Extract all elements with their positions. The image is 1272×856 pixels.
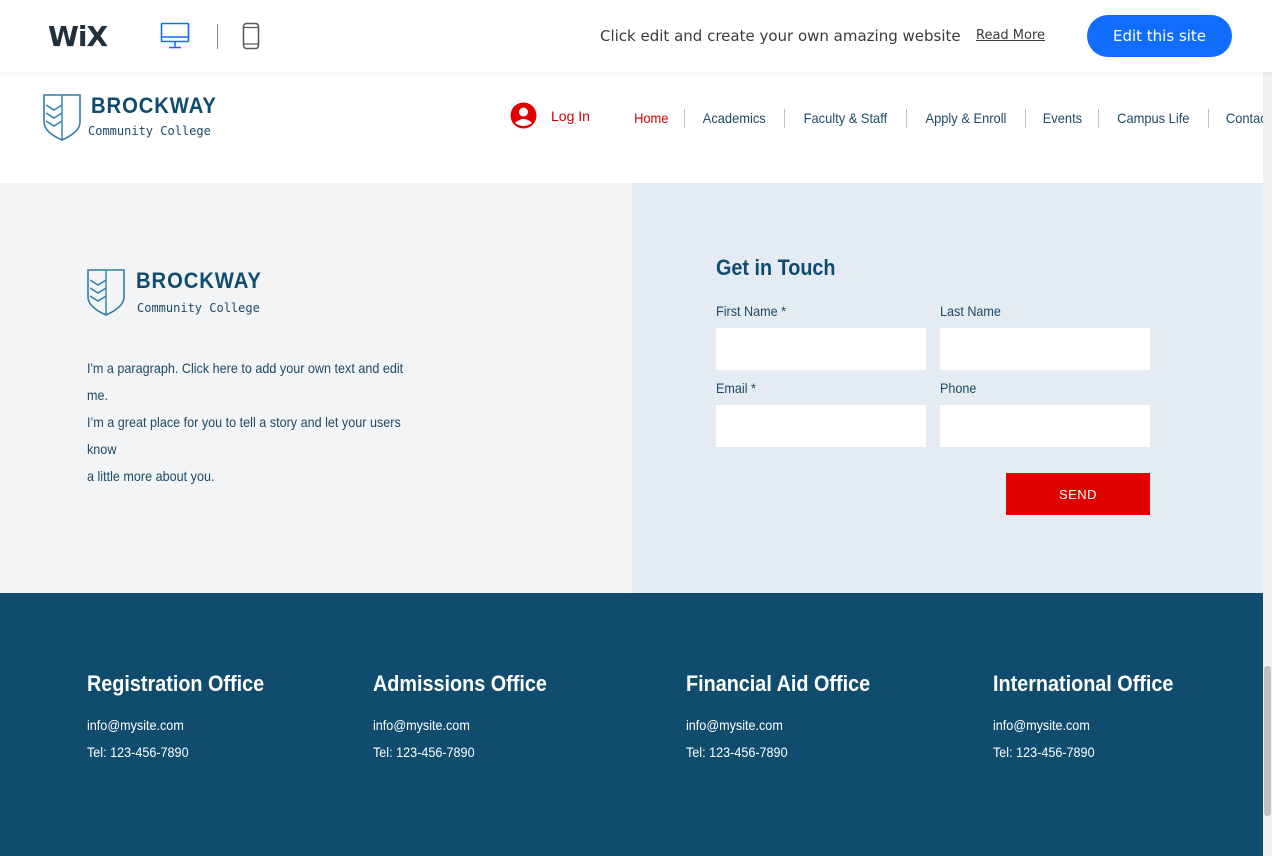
phone-input[interactable] bbox=[940, 405, 1150, 447]
about-brand-name: BROCKWAY bbox=[136, 268, 262, 293]
nav-item-apply-enroll[interactable]: Apply & Enroll bbox=[911, 110, 1020, 126]
required-mark: * bbox=[751, 380, 756, 396]
nav-divider bbox=[1024, 108, 1026, 128]
about-panel: BROCKWAY Community College I'm a paragra… bbox=[0, 183, 632, 593]
shield-logo-icon bbox=[43, 94, 81, 141]
wix-logo[interactable]: WiX bbox=[48, 20, 108, 53]
office-title: Registration Office bbox=[87, 671, 265, 696]
office-title: Admissions Office bbox=[373, 671, 547, 696]
user-avatar-icon bbox=[510, 102, 537, 129]
office-phone: Tel: 123-456-7890 bbox=[686, 744, 788, 760]
required-mark: * bbox=[781, 303, 787, 319]
nav-divider bbox=[684, 108, 686, 128]
office-phone: Tel: 123-456-7890 bbox=[87, 744, 189, 760]
send-button[interactable]: SEND bbox=[1006, 473, 1150, 515]
nav-divider bbox=[1098, 108, 1100, 128]
form-title: Get in Touch bbox=[716, 255, 836, 280]
site-header: BROCKWAY Community College Log In Home A… bbox=[0, 72, 1270, 183]
read-more-link[interactable]: Read More bbox=[976, 28, 1045, 43]
nav-divider bbox=[783, 108, 785, 128]
office-email-link[interactable]: info@mysite.com bbox=[686, 717, 870, 733]
email-label: Email * bbox=[716, 380, 756, 396]
first-name-input[interactable] bbox=[716, 328, 926, 370]
first-name-label: First Name * bbox=[716, 303, 786, 319]
brand-name: BROCKWAY bbox=[91, 93, 217, 118]
contact-form-panel: Get in Touch First Name * Last Name Emai… bbox=[632, 183, 1263, 593]
page-scrollbar[interactable] bbox=[1263, 72, 1272, 856]
office-title: Financial Aid Office bbox=[686, 671, 871, 696]
last-name-label: Last Name bbox=[940, 303, 1001, 319]
scrollbar-thumb[interactable] bbox=[1264, 666, 1271, 816]
contact-section: BROCKWAY Community College I'm a paragra… bbox=[0, 183, 1263, 593]
office-email-link[interactable]: info@mysite.com bbox=[87, 717, 264, 733]
nav-item-campus-life[interactable]: Campus Life bbox=[1104, 110, 1204, 126]
device-divider bbox=[217, 24, 218, 49]
office-email-link[interactable]: info@mysite.com bbox=[373, 717, 547, 733]
first-name-label-text: First Name bbox=[716, 303, 778, 319]
office-international: International Office info@mysite.com Tel… bbox=[993, 671, 1193, 760]
brand-subtitle: Community College bbox=[88, 124, 211, 138]
office-email-link[interactable]: info@mysite.com bbox=[993, 717, 1173, 733]
main-nav: Home Academics Faculty & Staff Apply & E… bbox=[632, 108, 1272, 128]
edit-site-button[interactable]: Edit this site bbox=[1087, 15, 1232, 57]
office-title: International Office bbox=[993, 671, 1174, 696]
paragraph-line: a little more about you. bbox=[87, 468, 215, 484]
mobile-view-icon[interactable] bbox=[242, 22, 260, 50]
office-phone: Tel: 123-456-7890 bbox=[373, 744, 475, 760]
paragraph-line: I'm a paragraph. Click here to add your … bbox=[87, 360, 404, 403]
login-label: Log In bbox=[551, 108, 590, 124]
office-phone: Tel: 123-456-7890 bbox=[993, 744, 1095, 760]
office-registration: Registration Office info@mysite.com Tel:… bbox=[87, 671, 284, 760]
footer: Registration Office info@mysite.com Tel:… bbox=[0, 593, 1263, 856]
wix-tagline: Click edit and create your own amazing w… bbox=[600, 27, 961, 45]
office-financial-aid: Financial Aid Office info@mysite.com Tel… bbox=[686, 671, 891, 760]
nav-divider bbox=[1207, 108, 1209, 128]
paragraph-line: I’m a great place for you to tell a stor… bbox=[87, 414, 401, 457]
email-label-text: Email bbox=[716, 380, 748, 396]
wix-top-bar: WiX Click edit and create your own amazi… bbox=[0, 0, 1272, 72]
about-paragraph: I'm a paragraph. Click here to add your … bbox=[87, 355, 420, 490]
nav-item-home[interactable]: Home bbox=[634, 110, 682, 126]
nav-item-faculty-staff[interactable]: Faculty & Staff bbox=[790, 110, 901, 126]
office-admissions: Admissions Office info@mysite.com Tel: 1… bbox=[373, 671, 566, 760]
nav-item-events[interactable]: Events bbox=[1028, 110, 1095, 126]
desktop-view-icon[interactable] bbox=[160, 22, 190, 50]
shield-logo-icon bbox=[87, 269, 125, 316]
about-brand-subtitle: Community College bbox=[137, 301, 260, 315]
email-input[interactable] bbox=[716, 405, 926, 447]
nav-divider bbox=[905, 108, 907, 128]
nav-item-academics[interactable]: Academics bbox=[689, 110, 780, 126]
last-name-input[interactable] bbox=[940, 328, 1150, 370]
phone-label: Phone bbox=[940, 380, 977, 396]
